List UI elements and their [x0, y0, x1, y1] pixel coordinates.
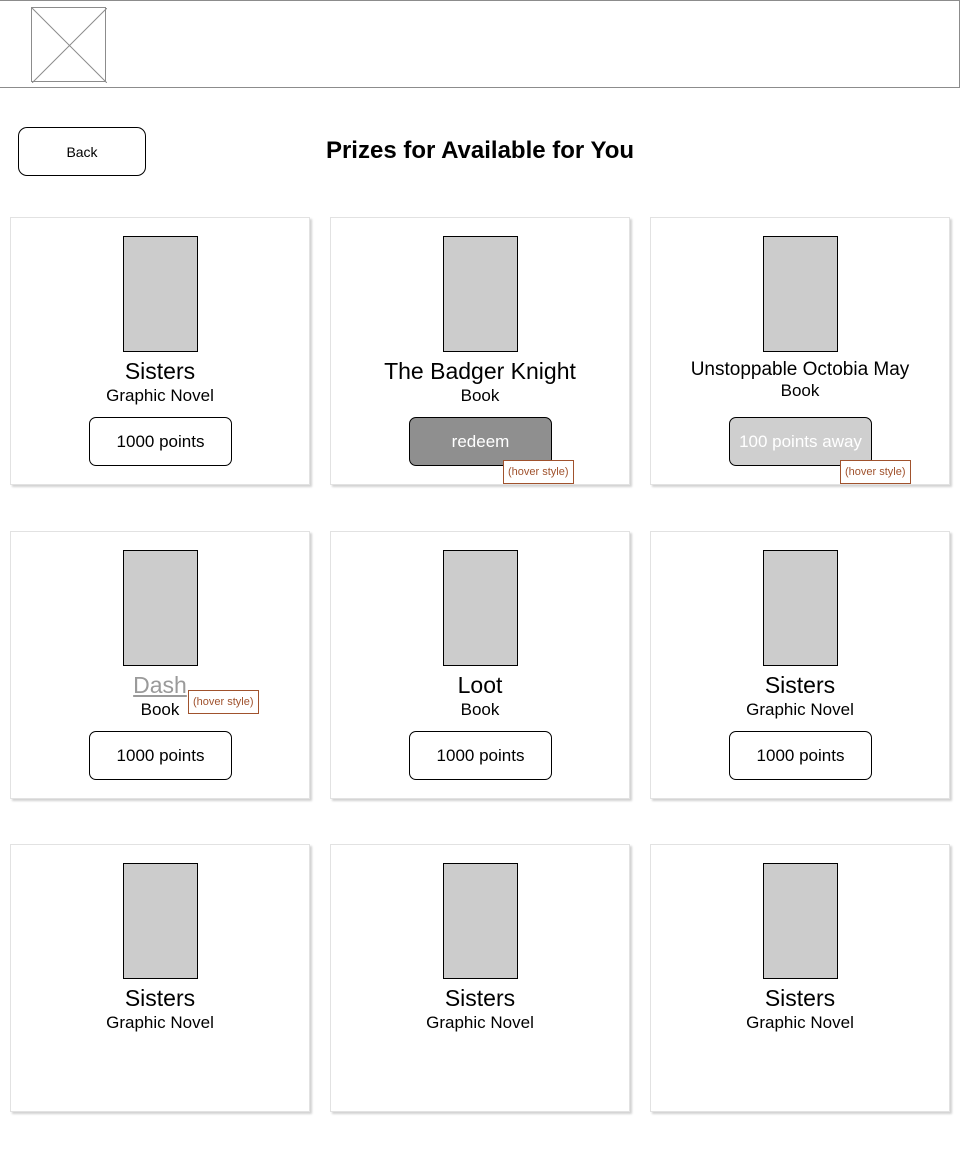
- prize-type: Graphic Novel: [746, 700, 854, 719]
- points-away-button[interactable]: 100 points away: [729, 417, 872, 466]
- page-title: Prizes for Available for You: [325, 137, 635, 164]
- book-cover-thumbnail[interactable]: [763, 236, 838, 352]
- book-cover-thumbnail[interactable]: [443, 550, 518, 666]
- prize-title: Sisters: [124, 358, 196, 384]
- hover-style-annotation: (hover style): [503, 460, 574, 484]
- prize-title: The Badger Knight: [384, 358, 576, 384]
- redeem-button[interactable]: redeem: [409, 417, 552, 466]
- prize-type: Book: [460, 386, 500, 405]
- prize-card: Sisters Graphic Novel: [10, 844, 310, 1112]
- book-cover-thumbnail[interactable]: [123, 863, 198, 979]
- points-button[interactable]: 1000 points: [89, 731, 232, 780]
- points-button[interactable]: 1000 points: [729, 731, 872, 780]
- prize-type: Graphic Novel: [426, 1013, 534, 1032]
- prize-type: Book: [460, 700, 500, 719]
- prize-card: Dash Book 1000 points: [10, 531, 310, 799]
- prize-type: Book: [140, 700, 180, 719]
- prize-card: The Badger Knight Book redeem: [330, 217, 630, 485]
- prize-card: Loot Book 1000 points: [330, 531, 630, 799]
- prize-title: Loot: [457, 672, 503, 698]
- prize-title: Sisters: [764, 985, 836, 1011]
- prize-card: Sisters Graphic Novel 1000 points: [650, 531, 950, 799]
- prize-type: Graphic Novel: [746, 1013, 854, 1032]
- hover-style-annotation: (hover style): [840, 460, 911, 484]
- prize-card: Sisters Graphic Novel: [650, 844, 950, 1112]
- book-cover-thumbnail[interactable]: [763, 550, 838, 666]
- prize-title-link[interactable]: Dash: [133, 671, 187, 699]
- prize-title: Sisters: [444, 985, 516, 1011]
- points-button[interactable]: 1000 points: [89, 417, 232, 466]
- book-cover-thumbnail[interactable]: [123, 236, 198, 352]
- hover-style-annotation: (hover style): [188, 690, 259, 714]
- book-cover-thumbnail[interactable]: [443, 236, 518, 352]
- prize-card: Unstoppable Octobia May Book 100 points …: [650, 217, 950, 485]
- header-bar: [0, 0, 960, 88]
- prize-card: Sisters Graphic Novel: [330, 844, 630, 1112]
- prize-type: Graphic Novel: [106, 386, 214, 405]
- prize-title: Sisters: [764, 672, 836, 698]
- prize-card: Sisters Graphic Novel 1000 points: [10, 217, 310, 485]
- prize-title: Sisters: [124, 985, 196, 1011]
- book-cover-thumbnail[interactable]: [763, 863, 838, 979]
- prize-type: Graphic Novel: [106, 1013, 214, 1032]
- book-cover-thumbnail[interactable]: [443, 863, 518, 979]
- image-placeholder-icon: [31, 7, 107, 83]
- page: Back Prizes for Available for You Sister…: [0, 0, 960, 1172]
- points-button[interactable]: 1000 points: [409, 731, 552, 780]
- prize-type: Book: [780, 381, 820, 400]
- book-cover-thumbnail[interactable]: [123, 550, 198, 666]
